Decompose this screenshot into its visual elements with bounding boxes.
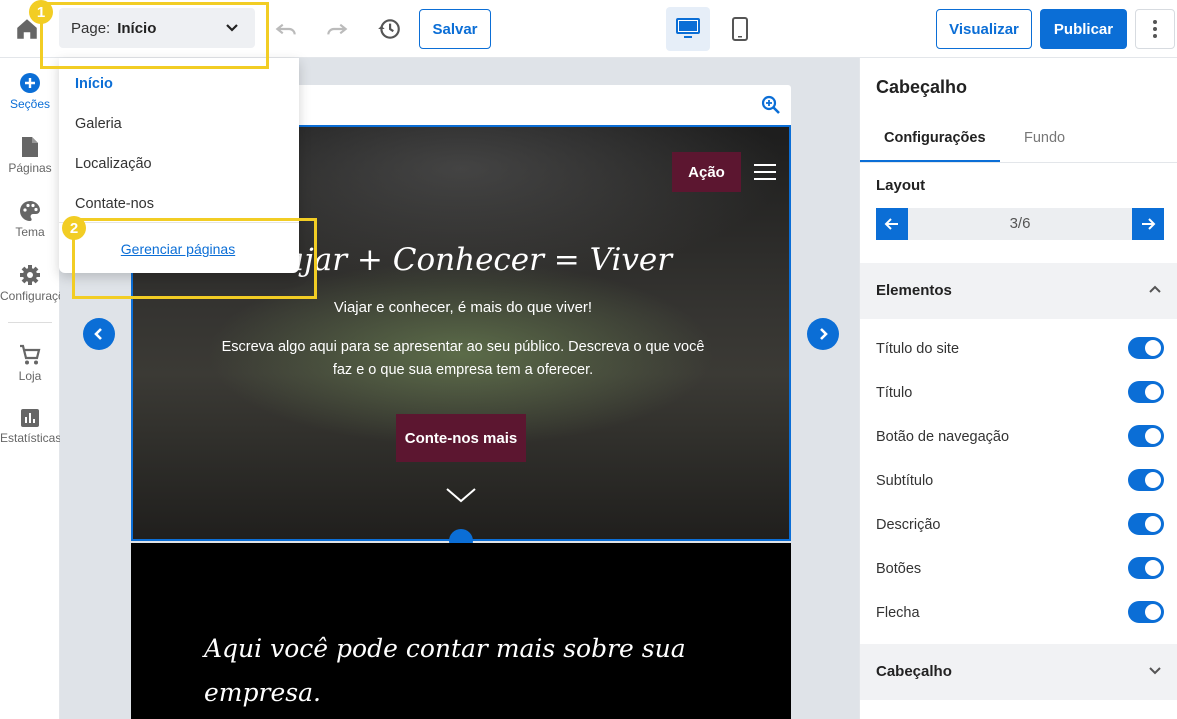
about-text: Aqui você pode contar mais sobre sua emp…	[204, 634, 686, 707]
site-title-toggle[interactable]	[1128, 337, 1164, 359]
left-sidebar: Seções Páginas Tema Configurações Loja E…	[0, 58, 60, 719]
step-badge-1: 1	[29, 0, 53, 24]
about-section[interactable]: Aqui você pode contar mais sobre sua emp…	[131, 543, 791, 719]
tab-divider	[860, 162, 1177, 163]
save-button[interactable]: Salvar	[419, 9, 491, 49]
highlight-box-page-selector	[40, 2, 269, 69]
sidebar-item-pages[interactable]: Páginas	[0, 136, 60, 175]
toggle-row-site-title: Título do site	[876, 337, 1164, 361]
chart-icon	[21, 409, 39, 427]
toggle-label: Título do site	[876, 341, 960, 357]
toggle-row-description: Descrição	[876, 513, 1164, 537]
preview-button[interactable]: Visualizar	[936, 9, 1032, 49]
sidebar-item-label: Configurações	[0, 289, 60, 303]
page-icon	[22, 137, 38, 157]
chevron-up-icon	[1149, 285, 1161, 293]
hero-action-button[interactable]: Ação	[672, 152, 741, 192]
sidebar-item-label: Seções	[9, 97, 51, 111]
sidebar-item-label: Tema	[15, 225, 45, 239]
redo-icon[interactable]	[324, 16, 350, 42]
toggle-label: Título	[876, 385, 913, 401]
tab-background[interactable]: Fundo	[1024, 130, 1065, 146]
gear-icon	[20, 265, 40, 285]
elements-section-header[interactable]: Elementos	[860, 263, 1177, 319]
sidebar-divider	[8, 322, 52, 323]
toggle-row-arrow: Flecha	[876, 601, 1164, 625]
more-options-button[interactable]	[1135, 9, 1175, 49]
buttons-toggle[interactable]	[1128, 557, 1164, 579]
arrow-left-icon	[884, 218, 898, 230]
tab-settings[interactable]: Configurações	[884, 130, 986, 146]
history-icon[interactable]	[376, 16, 402, 42]
header-section-label: Cabeçalho	[876, 663, 952, 680]
layout-prev-button[interactable]	[876, 208, 908, 240]
step-badge-2: 2	[62, 216, 86, 240]
title-toggle[interactable]	[1128, 381, 1164, 403]
sidebar-item-theme[interactable]: Tema	[0, 200, 60, 239]
sidebar-item-label: Loja	[18, 369, 42, 383]
layout-switcher: 3/6	[876, 208, 1164, 240]
desktop-icon	[676, 18, 700, 38]
sidebar-item-label: Páginas	[8, 161, 52, 175]
elements-label: Elementos	[876, 282, 952, 299]
dropdown-item-galeria[interactable]: Galeria	[75, 116, 122, 132]
layout-label: Layout	[876, 177, 926, 194]
panel-title: Cabeçalho	[876, 77, 968, 97]
mobile-view-button[interactable]	[718, 7, 762, 51]
dropdown-item-contate-nos[interactable]: Contate-nos	[75, 196, 154, 212]
cart-icon	[20, 344, 41, 365]
next-section-button[interactable]	[807, 318, 839, 350]
dropdown-item-localizacao[interactable]: Localização	[75, 156, 152, 172]
plus-circle-icon	[20, 73, 40, 93]
subtitle-toggle[interactable]	[1128, 469, 1164, 491]
zoom-in-icon[interactable]	[761, 95, 781, 115]
sidebar-item-sections[interactable]: Seções	[0, 72, 60, 111]
nav-button-toggle[interactable]	[1128, 425, 1164, 447]
palette-icon	[20, 201, 40, 221]
previous-section-button[interactable]	[83, 318, 115, 350]
dropdown-item-inicio[interactable]: Início	[75, 76, 113, 92]
mobile-icon	[732, 17, 748, 41]
chevron-down-icon	[1149, 667, 1161, 675]
chevron-left-icon	[94, 328, 102, 340]
toggle-row-title: Título	[876, 381, 1164, 405]
toggle-label: Botões	[876, 561, 922, 577]
header-section-header[interactable]: Cabeçalho	[860, 644, 1177, 700]
toggle-label: Subtítulo	[876, 473, 934, 489]
hero-cta-button[interactable]: Conte-nos mais	[396, 414, 526, 462]
undo-icon[interactable]	[273, 16, 299, 42]
sidebar-item-label: Estatísticas	[0, 431, 60, 445]
layout-count: 3/6	[1009, 215, 1031, 232]
toggle-row-nav-button: Botão de navegação	[876, 425, 1164, 449]
properties-panel: Cabeçalho Configurações Fundo Layout 3/6…	[859, 58, 1177, 719]
toggle-row-subtitle: Subtítulo	[876, 469, 1164, 493]
chevron-right-icon	[820, 328, 828, 340]
publish-button[interactable]: Publicar	[1040, 9, 1127, 49]
description-toggle[interactable]	[1128, 513, 1164, 535]
desktop-view-button[interactable]	[666, 7, 710, 51]
hamburger-menu-icon[interactable]	[754, 164, 776, 180]
highlight-box-manage-pages	[72, 218, 317, 299]
toggle-label: Flecha	[876, 605, 920, 621]
scroll-down-arrow-icon[interactable]	[446, 487, 476, 503]
arrow-toggle[interactable]	[1128, 601, 1164, 623]
sidebar-item-settings[interactable]: Configurações	[0, 264, 60, 303]
hero-subtitle: Viajar e conhecer, é mais do que viver!	[333, 299, 593, 316]
hero-description: Escreva algo aqui para se apresentar ao …	[221, 339, 705, 378]
toggle-row-buttons: Botões	[876, 557, 1164, 581]
sidebar-item-store[interactable]: Loja	[0, 344, 60, 383]
layout-next-button[interactable]	[1132, 208, 1164, 240]
more-vertical-icon	[1153, 20, 1157, 38]
toggle-label: Descrição	[876, 517, 941, 533]
arrow-right-icon	[1142, 218, 1156, 230]
sidebar-item-stats[interactable]: Estatísticas	[0, 408, 60, 445]
toggle-label: Botão de navegação	[876, 429, 1010, 445]
